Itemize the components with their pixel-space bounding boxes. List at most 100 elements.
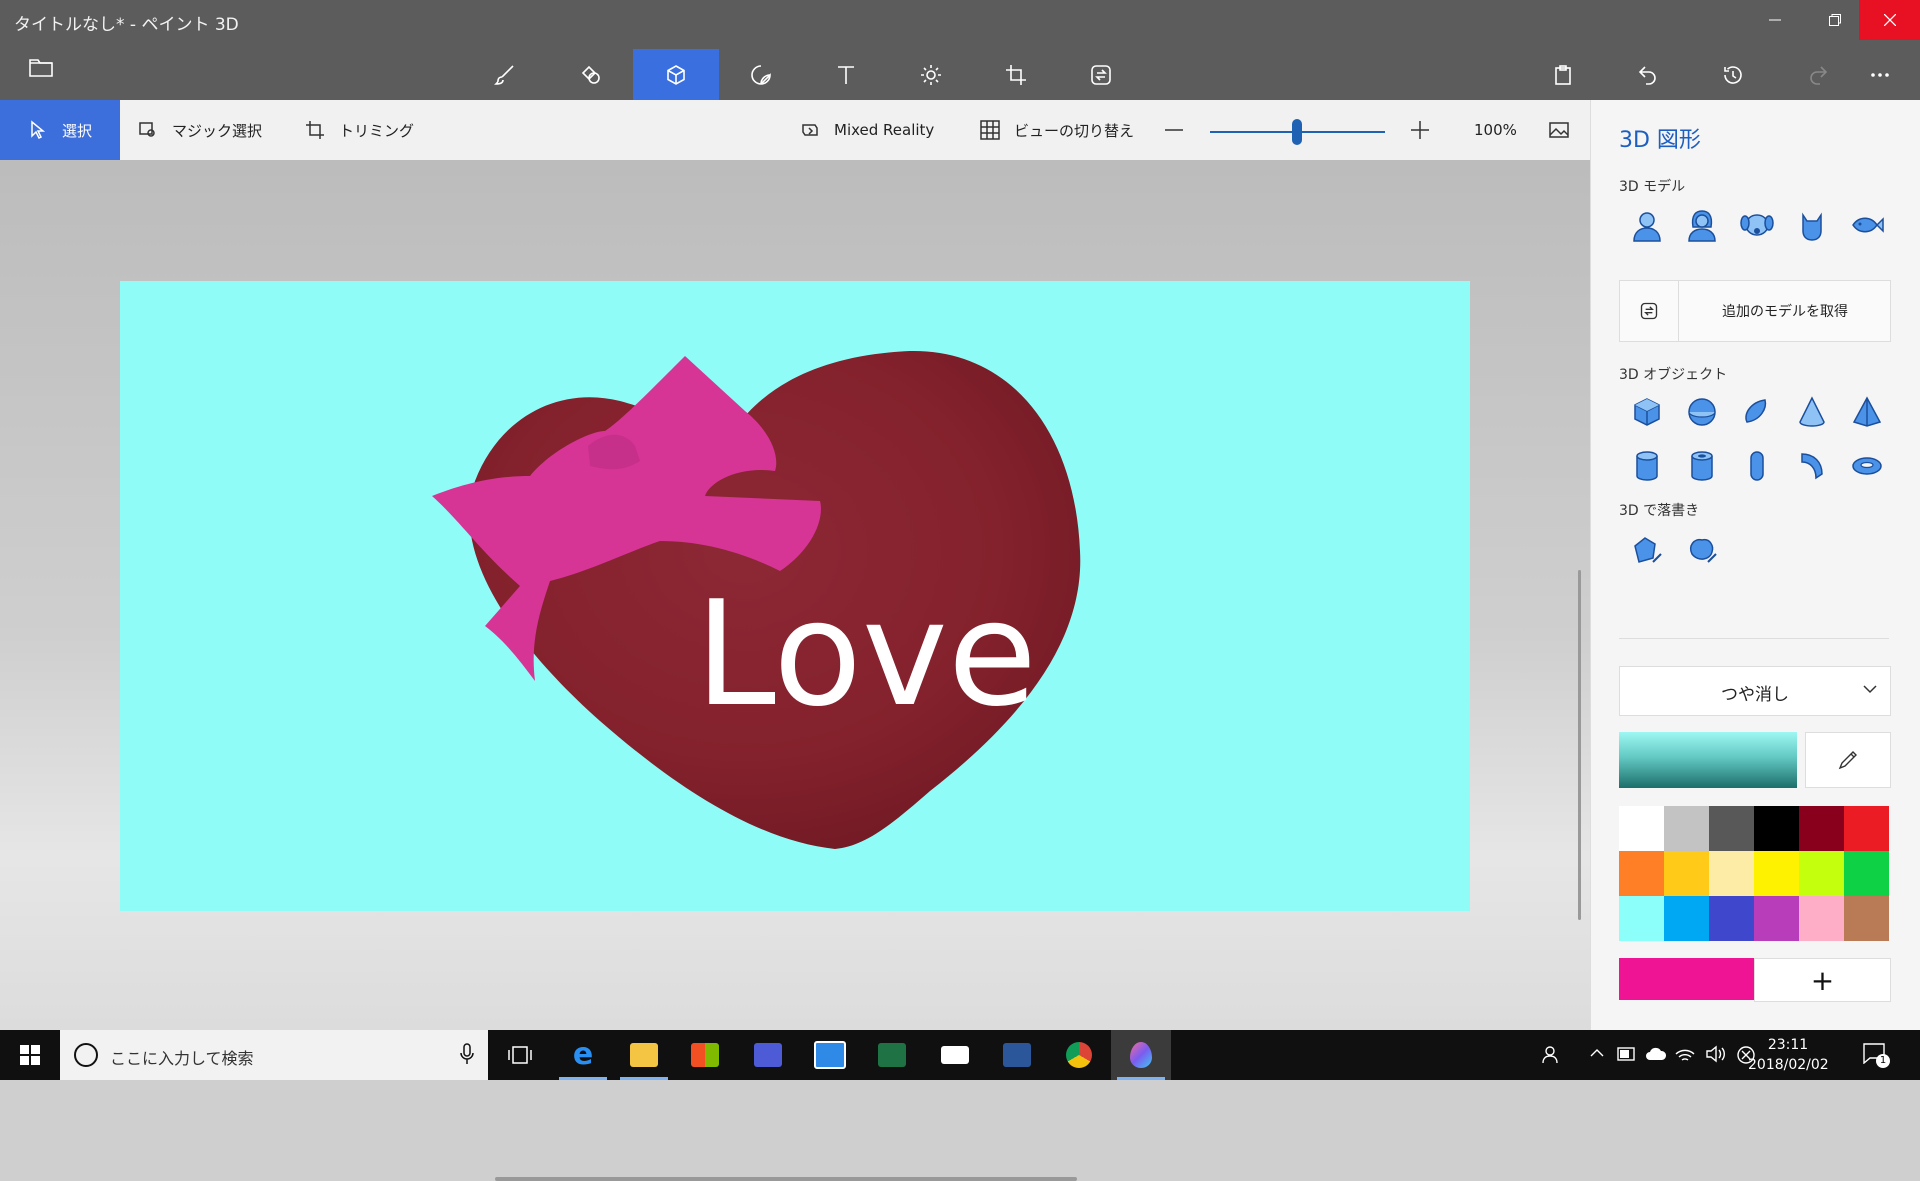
text-icon (838, 65, 854, 84)
taskbar-chrome[interactable] (1049, 1030, 1109, 1080)
canvas[interactable]: Love (120, 281, 1470, 911)
palette-swatch[interactable] (1799, 896, 1844, 941)
get-more-label: 追加のモデルを取得 (1722, 304, 1848, 320)
palette-swatch[interactable] (1619, 851, 1664, 896)
tool-2d-shapes[interactable] (548, 49, 634, 100)
vertical-scrollbar[interactable] (1578, 570, 1581, 920)
cube-icon (667, 64, 685, 85)
model-cat[interactable] (1784, 200, 1839, 250)
torus-icon (1851, 457, 1882, 475)
restore-button[interactable] (1804, 0, 1865, 40)
model-man[interactable] (1619, 200, 1674, 250)
taskbar-calculator[interactable] (738, 1030, 798, 1080)
object-cone[interactable] (1784, 387, 1839, 437)
taskbar-word[interactable] (987, 1030, 1047, 1080)
zoom-in-button[interactable] (1410, 100, 1444, 160)
taskbar-app[interactable] (800, 1030, 860, 1080)
object-sphere[interactable] (1674, 387, 1729, 437)
palette-swatch[interactable] (1664, 851, 1709, 896)
eyedropper-button[interactable] (1805, 732, 1891, 788)
palette-swatch[interactable] (1709, 851, 1754, 896)
chevron-up-icon[interactable] (1590, 1048, 1604, 1058)
object-torus[interactable] (1839, 441, 1894, 491)
object-cube[interactable] (1619, 387, 1674, 437)
switch-view-button[interactable]: ビューの切り替え (980, 100, 1134, 160)
folder-icon (29, 59, 53, 77)
taskbar-edge[interactable]: e (553, 1030, 613, 1080)
horizontal-scrollbar[interactable] (495, 1177, 1077, 1181)
palette-swatch[interactable] (1799, 851, 1844, 896)
palette-swatch[interactable] (1754, 806, 1799, 851)
tool-canvas[interactable] (973, 49, 1059, 100)
taskbar-search[interactable]: ここに入力して検索 (60, 1030, 488, 1080)
model-fish[interactable] (1839, 200, 1894, 250)
palette-swatch[interactable] (1844, 851, 1889, 896)
object-curved-cylinder[interactable] (1784, 441, 1839, 491)
fit-view-button[interactable] (1549, 100, 1583, 160)
doodle-soft-edge[interactable] (1674, 525, 1729, 575)
history-button[interactable] (1690, 49, 1776, 100)
palette-swatch[interactable] (1844, 806, 1889, 851)
palette-swatch[interactable] (1799, 806, 1844, 851)
onedrive-icon[interactable] (1645, 1045, 1667, 1061)
get-more-models-button[interactable]: 追加のモデルを取得 (1619, 280, 1891, 342)
palette-swatch[interactable] (1754, 896, 1799, 941)
palette-swatch[interactable] (1709, 896, 1754, 941)
model-woman[interactable] (1674, 200, 1729, 250)
tool-brushes[interactable] (462, 49, 548, 100)
battery-icon[interactable] (1617, 1047, 1637, 1061)
microphone-icon[interactable] (460, 1043, 474, 1065)
volume-icon[interactable] (1705, 1045, 1727, 1063)
zoom-slider-thumb[interactable] (1292, 119, 1302, 145)
love-text[interactable]: Love (695, 570, 1037, 739)
taskbar-excel[interactable] (862, 1030, 922, 1080)
wifi-icon[interactable] (1675, 1045, 1695, 1063)
palette-swatch[interactable] (1664, 806, 1709, 851)
cursor-icon (31, 120, 46, 140)
paste-button[interactable] (1520, 49, 1606, 100)
start-button[interactable] (0, 1030, 60, 1080)
object-capsule[interactable] (1729, 441, 1784, 491)
magic-select-button[interactable]: マジック選択 (138, 100, 262, 160)
taskbar-paint3d[interactable] (1111, 1030, 1171, 1080)
undo-button[interactable] (1605, 49, 1691, 100)
window-title: タイトルなし* - ペイント 3D (14, 15, 239, 35)
tool-stickers[interactable] (718, 49, 804, 100)
palette-swatch[interactable] (1844, 896, 1889, 941)
object-hemisphere[interactable] (1729, 387, 1784, 437)
tool-text[interactable] (803, 49, 889, 100)
task-view-button[interactable] (490, 1030, 550, 1080)
people-icon[interactable] (1542, 1044, 1562, 1064)
mixed-reality-button[interactable]: Mixed Reality (800, 100, 934, 160)
minimize-button[interactable] (1744, 0, 1805, 40)
soft-doodle-icon (1689, 538, 1717, 563)
doodle-sharp-edge[interactable] (1619, 525, 1674, 575)
finish-dropdown[interactable]: つや消し (1619, 666, 1891, 716)
trimming-button[interactable]: トリミング (305, 100, 414, 160)
tool-remix3d[interactable] (1058, 49, 1144, 100)
menu-button[interactable] (28, 56, 54, 82)
close-button[interactable] (1859, 0, 1920, 40)
action-center-button[interactable]: 1 (1862, 1042, 1890, 1068)
zoom-out-button[interactable] (1164, 100, 1198, 160)
more-button[interactable] (1845, 49, 1915, 100)
clock[interactable]: 23:11 2018/02/02 (1748, 1035, 1829, 1075)
palette-swatch[interactable] (1664, 896, 1709, 941)
current-color-swatch[interactable] (1619, 958, 1754, 1000)
taskbar-explorer[interactable] (614, 1030, 674, 1080)
taskbar-mail[interactable] (925, 1030, 985, 1080)
object-tube[interactable] (1674, 441, 1729, 491)
objects-row-1 (1619, 387, 1894, 437)
object-pyramid[interactable] (1839, 387, 1894, 437)
model-dog[interactable] (1729, 200, 1784, 250)
palette-swatch[interactable] (1754, 851, 1799, 896)
select-button[interactable]: 選択 (0, 100, 120, 160)
taskbar-store[interactable] (675, 1030, 735, 1080)
object-cylinder[interactable] (1619, 441, 1674, 491)
palette-swatch[interactable] (1619, 896, 1664, 941)
palette-swatch[interactable] (1619, 806, 1664, 851)
palette-swatch[interactable] (1709, 806, 1754, 851)
tool-effects[interactable] (888, 49, 974, 100)
tool-3d-shapes[interactable] (633, 49, 719, 100)
add-color-button[interactable]: + (1754, 958, 1891, 1002)
